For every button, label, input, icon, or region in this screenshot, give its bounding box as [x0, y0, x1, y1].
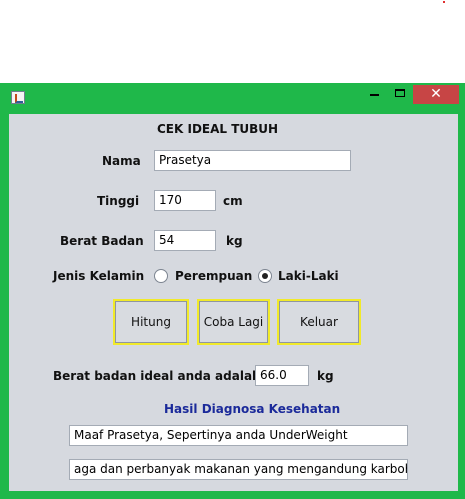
- ideal-unit: kg: [317, 369, 334, 383]
- berat-input[interactable]: 54: [154, 230, 216, 251]
- radio-laki-icon[interactable]: [258, 269, 272, 283]
- gender-label: Jenis Kelamin: [53, 269, 145, 283]
- perempuan-label[interactable]: Perempuan: [175, 269, 252, 283]
- minimize-icon[interactable]: [370, 94, 379, 96]
- laki-label[interactable]: Laki-Laki: [278, 269, 339, 283]
- maximize-icon[interactable]: [395, 89, 405, 97]
- tinggi-unit: cm: [223, 194, 243, 208]
- java-app-icon[interactable]: [11, 91, 25, 104]
- tinggi-input[interactable]: 170: [154, 190, 216, 211]
- app-window: ✕ CEK IDEAL TUBUH Nama Prasetya Tinggi 1…: [0, 83, 465, 499]
- keluar-button[interactable]: Keluar: [277, 299, 361, 345]
- diagnosa-title: Hasil Diagnosa Kesehatan: [164, 402, 341, 416]
- close-icon[interactable]: ✕: [413, 85, 459, 104]
- form-panel: CEK IDEAL TUBUH Nama Prasetya Tinggi 170…: [9, 114, 458, 491]
- hitung-button[interactable]: Hitung: [113, 299, 189, 345]
- radio-perempuan-icon[interactable]: [154, 269, 168, 283]
- ideal-value-field[interactable]: 66.0: [255, 365, 309, 386]
- nama-input[interactable]: Prasetya: [154, 150, 351, 171]
- coba-lagi-button[interactable]: Coba Lagi: [197, 299, 270, 345]
- tinggi-label: Tinggi: [97, 194, 140, 208]
- berat-label: Berat Badan: [60, 234, 144, 248]
- title-bar[interactable]: ✕: [0, 83, 465, 109]
- ideal-label: Berat badan ideal anda adalah: [53, 369, 261, 383]
- diagnosa-line1-field[interactable]: Maaf Prasetya, Sepertinya anda UnderWeig…: [69, 425, 408, 446]
- nama-label: Nama: [102, 154, 141, 168]
- diagnosa-line2-field[interactable]: aga dan perbanyak makanan yang mengandun…: [69, 459, 408, 480]
- berat-unit: kg: [226, 234, 243, 248]
- form-title: CEK IDEAL TUBUH: [157, 122, 279, 136]
- stray-red-dot: [443, 1, 445, 3]
